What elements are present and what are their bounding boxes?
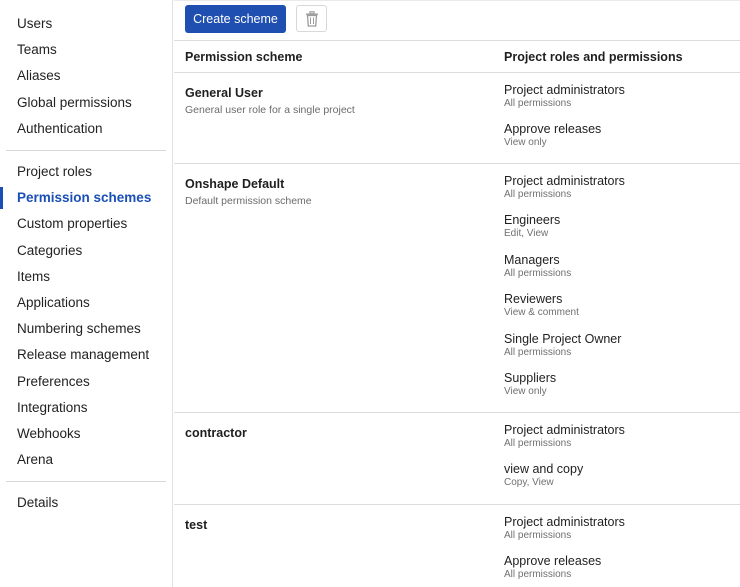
sidebar-nav: Users Teams Aliases Global permissions Authe… — [0, 0, 173, 587]
header-top-divider — [174, 40, 740, 41]
toolbar-border — [174, 0, 740, 1]
scheme-name[interactable]: General User — [185, 86, 263, 100]
sidebar-item-categories[interactable]: Categories — [0, 240, 172, 262]
role-permissions: All permissions — [504, 267, 572, 279]
sidebar-divider — [6, 481, 166, 482]
sidebar-item-permission-schemes[interactable]: Permission schemes — [0, 187, 172, 210]
role-permissions: Copy, View — [504, 477, 554, 489]
sidebar-item-label: Categories — [17, 242, 83, 258]
row-divider — [174, 163, 740, 164]
role-name: Project administrators — [504, 515, 625, 529]
role-permissions: All permissions — [504, 189, 572, 200]
header-bottom-divider — [174, 72, 740, 73]
sidebar-item-project-roles[interactable]: Project roles — [0, 161, 172, 183]
sidebar-item-custom-properties[interactable]: Custom properties — [0, 213, 172, 235]
sidebar-item-label: Authentication — [17, 120, 103, 136]
role-permissions: Edit, View — [504, 228, 549, 240]
scheme-name[interactable]: contractor — [185, 426, 247, 440]
role-name: view and copy — [504, 462, 584, 477]
role-name: Approve releases — [504, 122, 602, 137]
sidebar-item-aliases[interactable]: Aliases — [0, 65, 172, 87]
delete-button[interactable] — [296, 5, 327, 32]
sidebar-item-preferences[interactable]: Preferences — [0, 371, 172, 393]
sidebar-item-release-management[interactable]: Release management — [0, 344, 172, 366]
sidebar-item-items[interactable]: Items — [0, 266, 172, 288]
create-scheme-button[interactable]: Create scheme — [185, 5, 286, 33]
role-name: Reviewers — [504, 292, 563, 307]
role-name: Suppliers — [504, 371, 557, 385]
sidebar-item-label: Details — [17, 495, 59, 510]
sidebar-item-numbering-schemes[interactable]: Numbering schemes — [0, 318, 172, 340]
role-permissions: All permissions — [504, 98, 572, 109]
row-divider — [174, 412, 740, 413]
sidebar-item-integrations[interactable]: Integrations — [0, 397, 172, 419]
sidebar-item-label: Webhooks — [17, 426, 81, 441]
role-permissions: View only — [504, 137, 547, 149]
sidebar-item-label: Release management — [17, 347, 150, 363]
scheme-description: Default permission scheme — [185, 195, 312, 207]
role-name: Project administrators — [504, 174, 625, 188]
sidebar-divider — [6, 150, 166, 151]
role-permissions: All permissions — [504, 569, 572, 581]
scheme-name[interactable]: Onshape Default — [185, 177, 284, 191]
sidebar-item-label: Teams — [17, 42, 57, 58]
main-panel: Create scheme Permission scheme Project … — [174, 0, 740, 587]
sidebar-item-users[interactable]: Users — [0, 13, 172, 35]
app-window: Users Teams Aliases Global permissions Authe… — [0, 0, 740, 587]
sidebar-item-details[interactable]: Details — [0, 492, 172, 514]
role-permissions: All permissions — [504, 530, 572, 541]
sidebar-item-label: Aliases — [17, 68, 61, 84]
sidebar-item-label: Users — [17, 16, 53, 31]
role-name: Project administrators — [504, 83, 625, 97]
role-name: Engineers — [504, 213, 561, 228]
scheme-name[interactable]: test — [185, 518, 207, 532]
sidebar-item-label: Custom properties — [17, 216, 128, 232]
sidebar-item-arena[interactable]: Arena — [0, 449, 172, 471]
sidebar-item-label: Arena — [17, 452, 54, 468]
column-header-roles[interactable]: Project roles and permissions — [504, 50, 683, 64]
sidebar-item-label: Integrations — [17, 399, 88, 415]
role-name: Managers — [504, 252, 560, 267]
role-permissions: View & comment — [504, 307, 579, 319]
role-name: Single Project Owner — [504, 331, 622, 346]
trash-icon — [306, 11, 318, 27]
sidebar-item-label: Numbering schemes — [17, 321, 141, 337]
sidebar-item-label: Global permissions — [17, 94, 132, 110]
sidebar-item-label: Preferences — [17, 373, 90, 389]
sidebar-item-authentication[interactable]: Authentication — [0, 118, 172, 140]
sidebar-item-label: Project roles — [17, 164, 93, 179]
sidebar-item-webhooks[interactable]: Webhooks — [0, 423, 172, 445]
role-name: Approve releases — [504, 554, 602, 569]
sidebar-item-label: Items — [17, 268, 51, 284]
sidebar-item-teams[interactable]: Teams — [0, 39, 172, 61]
role-permissions: All permissions — [504, 346, 572, 358]
role-permissions: All permissions — [504, 438, 572, 449]
sidebar-item-applications[interactable]: Applications — [0, 292, 172, 314]
column-header-scheme[interactable]: Permission scheme — [185, 50, 302, 64]
row-divider — [174, 504, 740, 505]
sidebar-item-label: Permission schemes — [17, 190, 152, 206]
role-name: Project administrators — [504, 423, 625, 437]
scheme-description: General user role for a single project — [185, 104, 355, 116]
sidebar-item-global-permissions[interactable]: Global permissions — [0, 92, 172, 114]
sidebar-item-label: Applications — [17, 295, 90, 310]
role-permissions: View only — [504, 386, 547, 397]
